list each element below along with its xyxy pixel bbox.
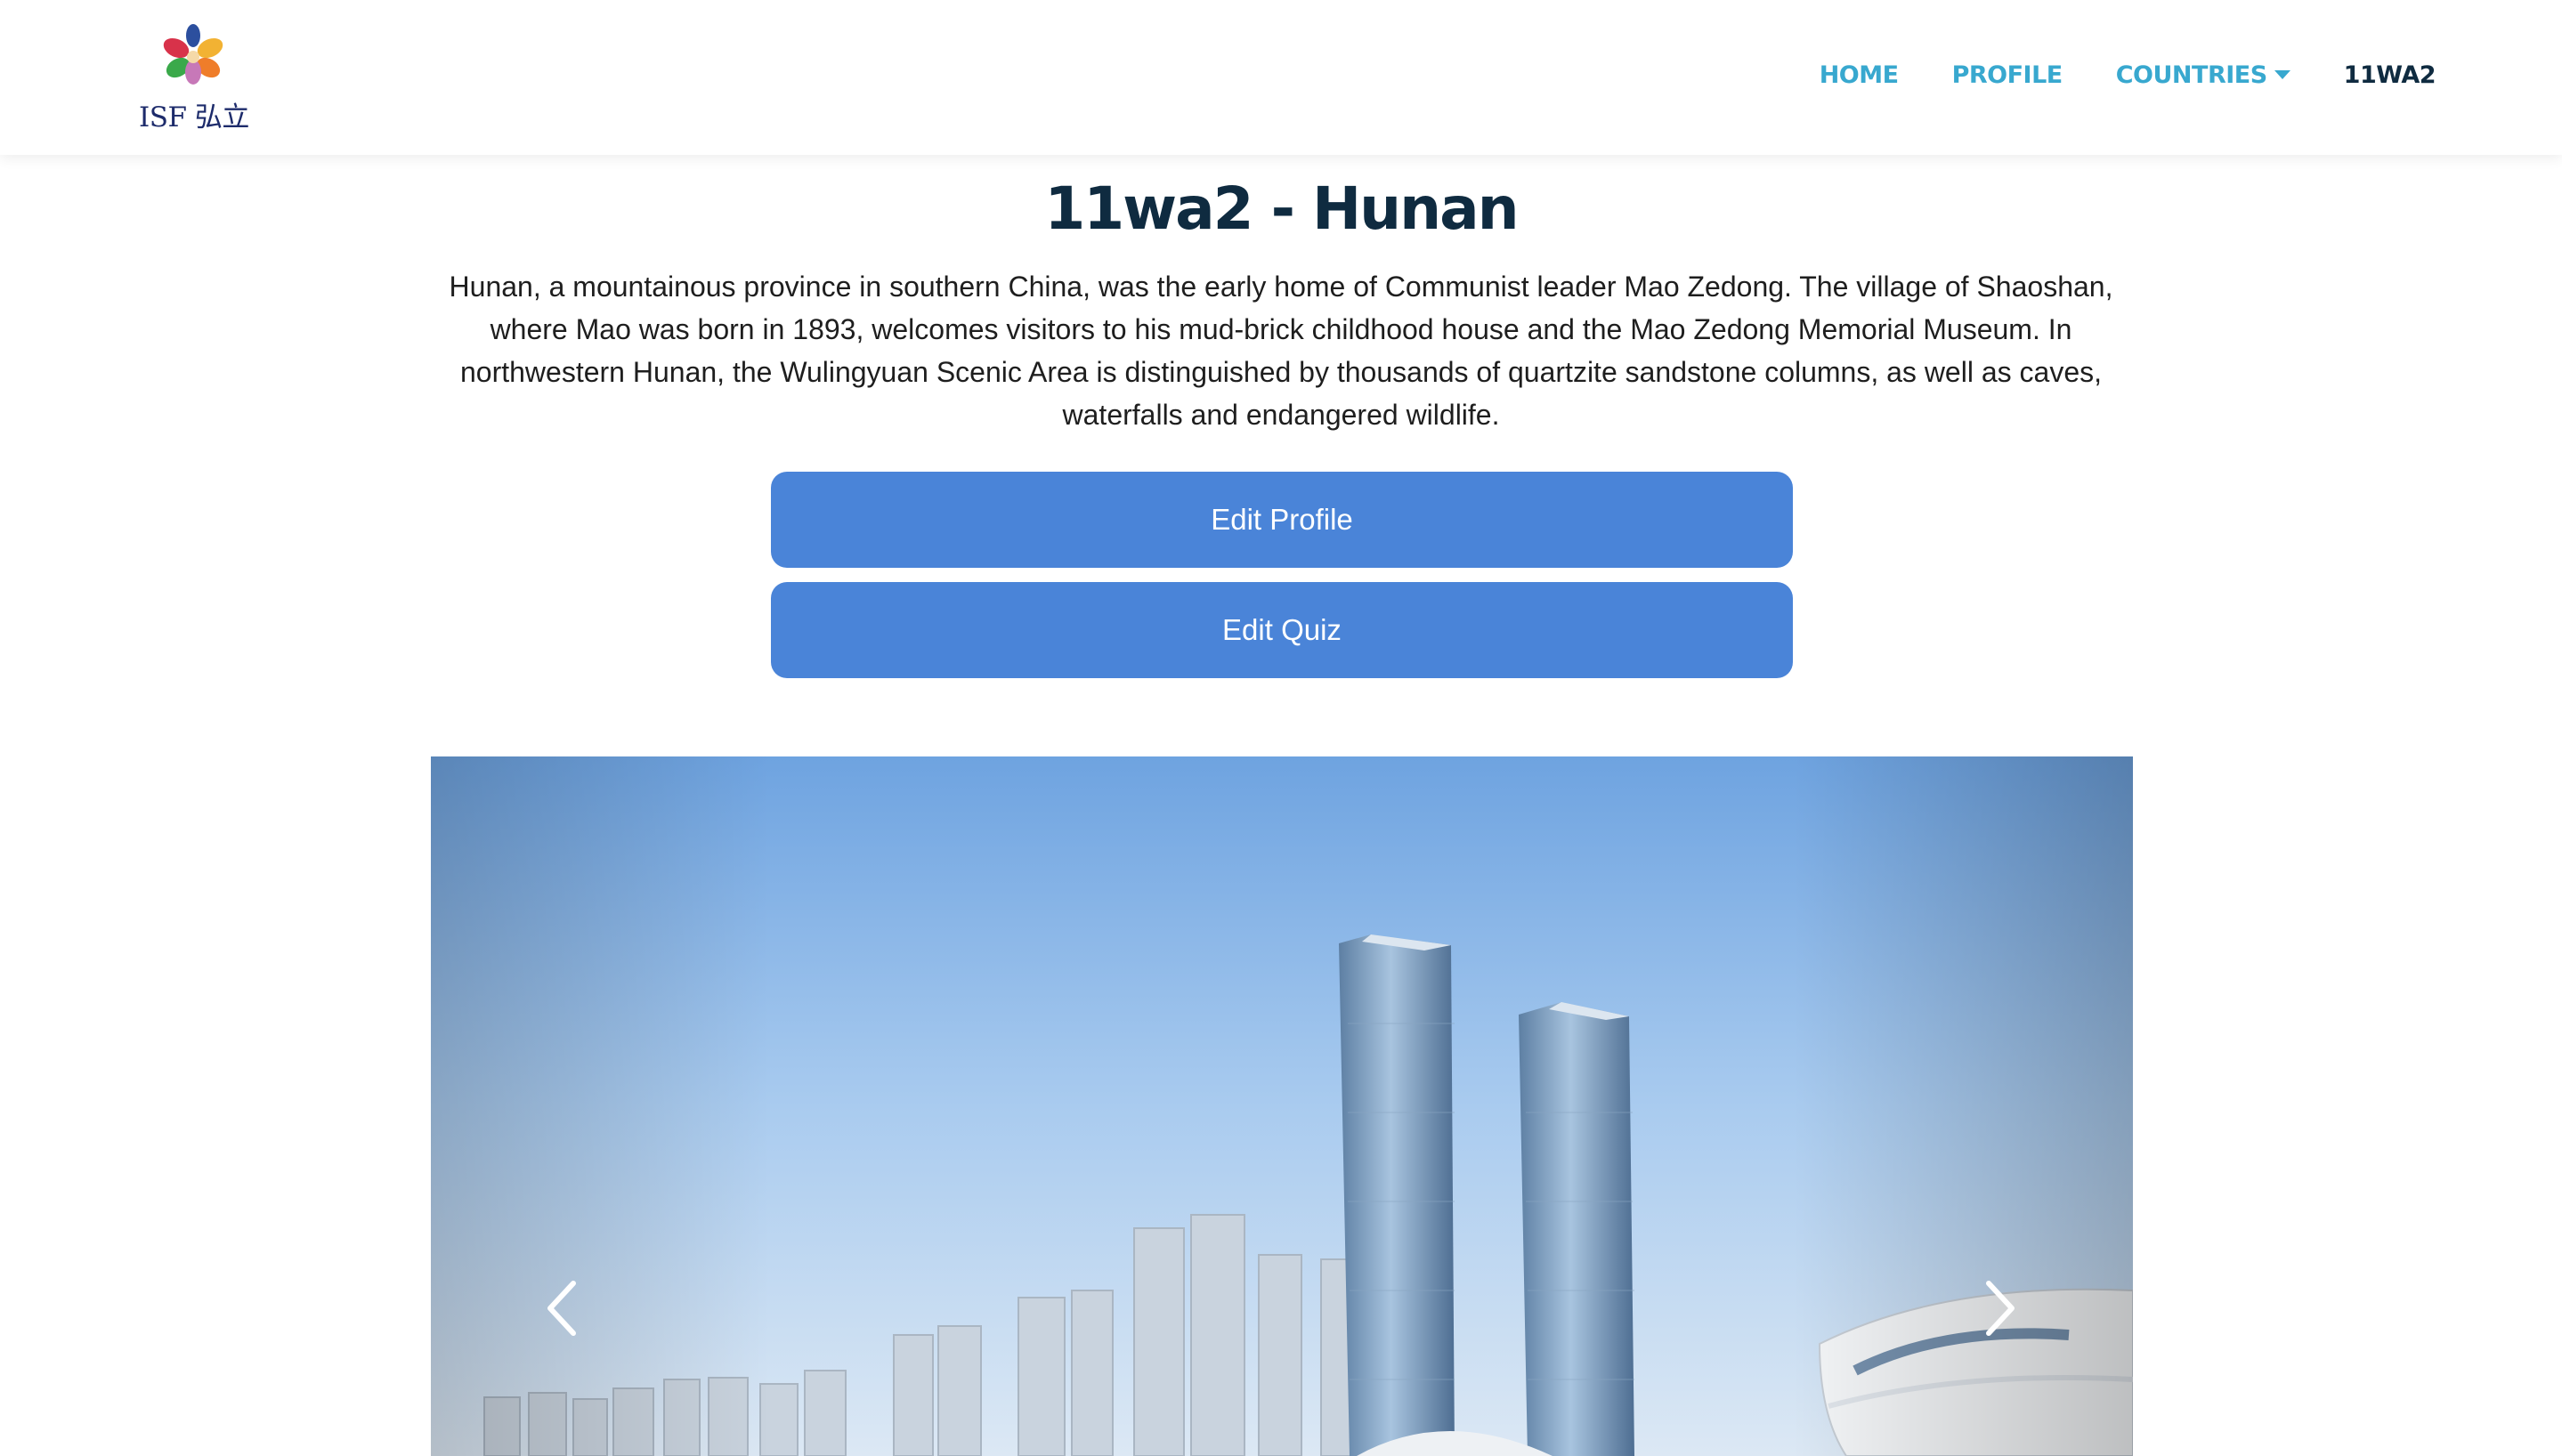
logo-text: ISF 弘立 bbox=[139, 101, 249, 133]
chevron-left-icon[interactable] bbox=[536, 1273, 589, 1344]
flower-logo-icon bbox=[163, 24, 223, 85]
caret-down-icon bbox=[2274, 70, 2290, 79]
nav-countries-label: COUNTRIES bbox=[2115, 61, 2267, 89]
page-title: 11wa2 - Hunan bbox=[1044, 174, 1519, 243]
edit-quiz-button[interactable]: Edit Quiz bbox=[771, 582, 1793, 678]
nav-countries-dropdown[interactable]: COUNTRIES bbox=[2116, 61, 2290, 89]
isf-logo[interactable]: ISF 弘立 bbox=[139, 23, 249, 133]
navbar: ISF 弘立 HOME PROFILE COUNTRIES 11WA2 bbox=[0, 0, 2562, 155]
nav-home[interactable]: HOME bbox=[1820, 61, 1899, 89]
main-nav: HOME PROFILE COUNTRIES 11WA2 bbox=[1766, 53, 2436, 96]
image-carousel bbox=[431, 756, 2133, 1456]
nav-profile[interactable]: PROFILE bbox=[1952, 61, 2063, 89]
city-skyline-image bbox=[431, 756, 2133, 1456]
page-description: Hunan, a mountainous province in souther… bbox=[449, 271, 2113, 431]
edit-profile-button[interactable]: Edit Profile bbox=[771, 472, 1793, 568]
nav-11wa2[interactable]: 11WA2 bbox=[2344, 61, 2436, 89]
chevron-right-icon[interactable] bbox=[1973, 1273, 2026, 1344]
